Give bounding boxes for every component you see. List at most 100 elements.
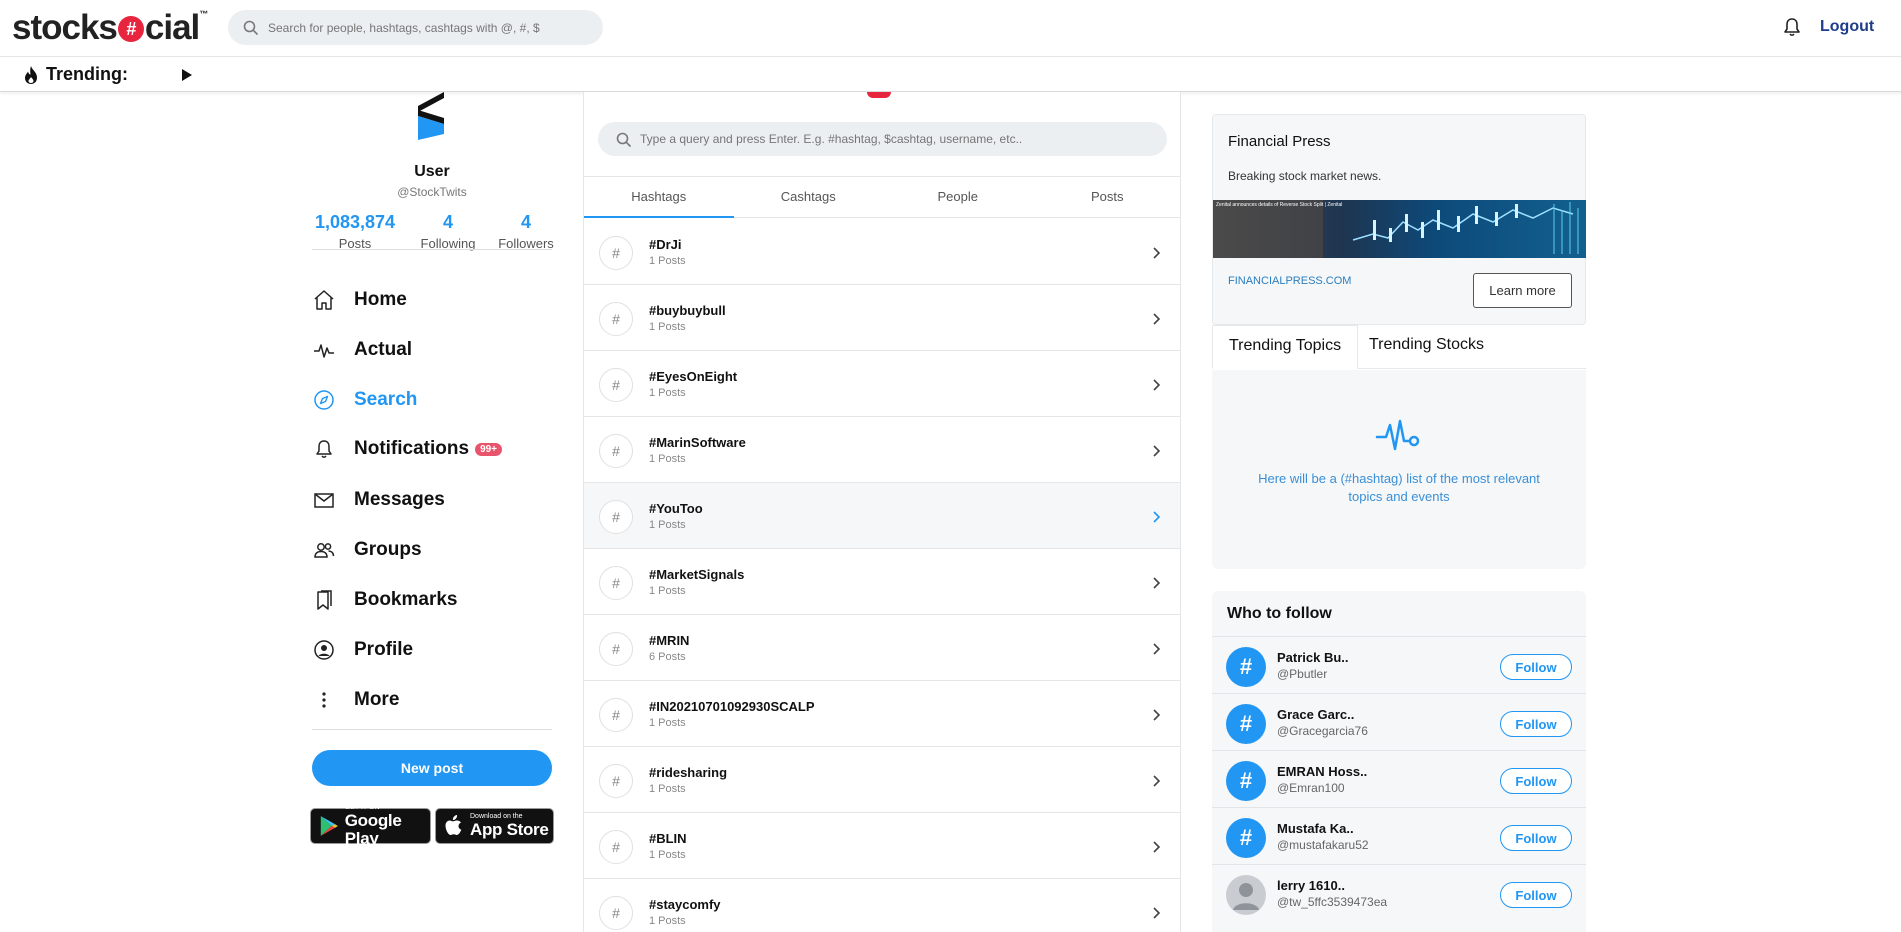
tab-cashtags[interactable]: Cashtags (734, 177, 884, 217)
follow-button[interactable]: Follow (1500, 711, 1572, 737)
play-icon[interactable] (181, 68, 193, 82)
search-icon (616, 132, 632, 148)
hashtag-result-row[interactable]: # #MarketSignals 1 Posts (584, 549, 1180, 615)
nav-item-bookmarks[interactable]: Bookmarks (312, 580, 458, 620)
hashtag-icon: # (599, 302, 633, 336)
logout-link[interactable]: Logout (1820, 18, 1874, 36)
follow-button[interactable]: Follow (1500, 768, 1572, 794)
learn-more-button[interactable]: Learn more (1473, 273, 1572, 308)
google-play-badge[interactable]: GET IT ON Google Play (310, 804, 431, 848)
suggested-user-name[interactable]: Mustafa Ka.. (1277, 821, 1354, 836)
global-search-input[interactable] (268, 10, 588, 45)
google-play-big-text: Google Play (344, 811, 402, 848)
hashtag-icon: # (599, 368, 633, 402)
hashtag-icon: # (599, 830, 633, 864)
hashtag-result-row[interactable]: # #DrJi 1 Posts (584, 219, 1180, 285)
tab-trending-topics[interactable]: Trending Topics (1212, 325, 1359, 369)
follow-button[interactable]: Follow (1500, 825, 1572, 851)
stat-following[interactable]: 4 Following (412, 212, 484, 251)
nav-label-groups: Groups (354, 539, 422, 560)
hashtag-name: #buybuybull (649, 303, 726, 318)
nav-item-actual[interactable]: Actual (312, 330, 412, 370)
suggested-user-name[interactable]: lerry 1610.. (1277, 878, 1345, 893)
logo-text-left: stocks (12, 8, 118, 47)
hashtag-result-row[interactable]: # #BLIN 1 Posts (584, 813, 1180, 879)
trending-empty-message: Here will be a (#hashtag) list of the mo… (1258, 471, 1540, 504)
stocksocial-logo[interactable]: stocks # cial™ (12, 8, 208, 48)
hashtag-post-count: 1 Posts (649, 915, 686, 927)
logo-trademark: ™ (199, 9, 208, 19)
ad-image[interactable]: Zenital announces details of Reverse Sto… (1213, 200, 1586, 258)
ad-url[interactable]: FINANCIALPRESS.COM (1228, 275, 1351, 287)
nav-item-groups[interactable]: Groups (312, 530, 422, 570)
logo-text-right: cial (144, 8, 200, 47)
who-to-follow-panel: Who to follow # Patrick Bu.. @Pbutler Follo… (1212, 591, 1586, 932)
stat-posts[interactable]: 1,083,874 Posts (310, 212, 400, 251)
tab-trending-stocks[interactable]: Trending Stocks (1353, 325, 1500, 369)
avatar[interactable] (1226, 875, 1266, 915)
suggested-user-name[interactable]: Patrick Bu.. (1277, 650, 1349, 665)
chevron-right-icon (1153, 643, 1161, 655)
hashtag-result-row[interactable]: # #staycomfy 1 Posts (584, 879, 1180, 932)
sponsored-ad-card: Financial Press Breaking stock market ne… (1212, 114, 1586, 325)
follow-button[interactable]: Follow (1500, 654, 1572, 680)
hashtag-result-row[interactable]: # #IN20210701092930SCALP 1 Posts (584, 681, 1180, 747)
hashtag-post-count: 1 Posts (649, 849, 686, 861)
suggested-user-handle: @Pbutler (1277, 667, 1328, 681)
tab-people[interactable]: People (883, 177, 1033, 217)
nav-item-more[interactable]: More (312, 680, 399, 720)
tab-hashtags[interactable]: Hashtags (584, 177, 734, 218)
stat-following-value: 4 (442, 212, 453, 232)
suggested-user-name[interactable]: EMRAN Hoss.. (1277, 764, 1367, 779)
compass-icon (312, 388, 336, 412)
hashtag-name: #MRIN (649, 633, 690, 648)
suggested-user-handle: @mustafakaru52 (1277, 838, 1369, 852)
chevron-right-icon (1153, 841, 1161, 853)
hashtag-post-count: 6 Posts (649, 651, 686, 663)
new-post-button[interactable]: New post (312, 750, 552, 786)
nav-item-profile[interactable]: Profile (312, 630, 413, 670)
nav-item-messages[interactable]: Messages (312, 480, 445, 520)
apple-icon (445, 815, 462, 835)
profile-handle: @StockTwits (397, 185, 467, 199)
hashtag-icon: # (599, 434, 633, 468)
ad-title: Financial Press (1228, 133, 1331, 150)
avatar[interactable]: # (1226, 647, 1266, 687)
nav-item-home[interactable]: Home (312, 280, 407, 320)
chevron-right-icon (1153, 247, 1161, 259)
chevron-right-icon (1153, 907, 1161, 919)
more-icon (312, 688, 336, 712)
hashtag-name: #EyesOnEight (649, 369, 738, 384)
query-search-input[interactable] (640, 122, 1150, 156)
stat-followers[interactable]: 4 Followers (490, 212, 562, 251)
hashtag-result-row[interactable]: # #buybuybull 1 Posts (584, 285, 1180, 351)
hashtag-icon: # (599, 236, 633, 270)
suggested-user-row: # Patrick Bu.. @Pbutler Follow (1212, 636, 1586, 693)
hashtag-result-row[interactable]: # #EyesOnEight 1 Posts (584, 351, 1180, 417)
follow-button[interactable]: Follow (1500, 882, 1572, 908)
chevron-right-icon (1153, 709, 1161, 721)
chevron-right-icon (1153, 445, 1161, 457)
suggested-user-name[interactable]: Grace Garc.. (1277, 707, 1354, 722)
avatar[interactable]: # (1226, 761, 1266, 801)
bell-icon (312, 437, 336, 461)
trending-tabs: Trending Topics Trending Stocks (1212, 325, 1586, 369)
hashtag-result-row[interactable]: # #MRIN 6 Posts (584, 615, 1180, 681)
search-icon (243, 20, 259, 36)
avatar[interactable]: # (1226, 704, 1266, 744)
people-icon (312, 538, 336, 562)
nav-item-notifications[interactable]: Notifications 99+ (312, 429, 503, 469)
nav-item-search[interactable]: Search (312, 380, 417, 420)
fire-icon (25, 66, 37, 84)
tab-posts[interactable]: Posts (1033, 177, 1181, 217)
hashtag-result-row[interactable]: # #ridesharing 1 Posts (584, 747, 1180, 813)
hashtag-name: #BLIN (649, 831, 687, 846)
stat-followers-value: 4 (520, 212, 531, 232)
app-store-badge[interactable]: Download on the App Store (435, 808, 554, 844)
pulse-icon (312, 338, 336, 362)
avatar[interactable]: # (1226, 818, 1266, 858)
hashtag-result-row[interactable]: # #YouToo 1 Posts (584, 483, 1180, 549)
brand-accent-bar (867, 92, 891, 98)
bell-icon[interactable] (1783, 17, 1801, 37)
hashtag-result-row[interactable]: # #MarinSoftware 1 Posts (584, 417, 1180, 483)
